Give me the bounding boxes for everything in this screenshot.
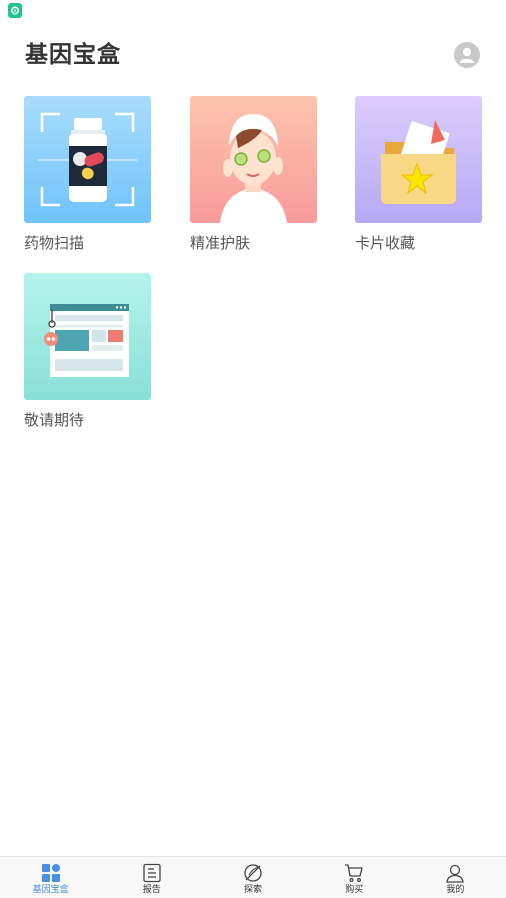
facial-mask-icon (190, 96, 317, 223)
app-notification-icon (8, 3, 22, 18)
tab-label: 基因宝盒 (32, 885, 69, 895)
tile-label: 敬请期待 (24, 411, 85, 429)
tile-label: 药物扫描 (24, 234, 85, 252)
tile-skin-care[interactable]: 精准护肤 (190, 96, 317, 253)
tab-gene-box[interactable]: 基因宝盒 (0, 857, 101, 898)
tab-label: 探索 (244, 885, 263, 895)
tile-label: 卡片收藏 (355, 234, 416, 252)
cart-icon (345, 864, 363, 883)
tab-label: 报告 (142, 885, 161, 895)
page-title: 基因宝盒 (25, 42, 121, 68)
user-avatar-icon (459, 47, 475, 63)
status-bar (0, 0, 506, 22)
tile-card-collection[interactable]: 卡片收藏 (355, 96, 482, 253)
tab-label: 购买 (345, 885, 364, 895)
tile-label: 精准护肤 (190, 234, 251, 252)
tab-label: 我的 (446, 885, 465, 895)
tab-report[interactable]: 报告 (101, 857, 202, 898)
grid-icon (41, 864, 60, 882)
tab-purchase[interactable]: 购买 (304, 857, 405, 898)
pill-bottle-scan-icon (24, 96, 151, 223)
tile-drug-scan[interactable]: 药物扫描 (24, 96, 151, 253)
star-folder-icon (355, 96, 482, 223)
bottom-tab-bar: 基因宝盒 报告 探索 购买 我的 (0, 856, 506, 898)
compass-icon (244, 864, 262, 882)
report-icon (143, 863, 161, 883)
tile-coming-soon[interactable]: 敬请期待 (24, 273, 151, 430)
browser-window-icon (24, 273, 151, 400)
person-icon (446, 864, 465, 883)
tab-mine[interactable]: 我的 (405, 857, 506, 898)
profile-button[interactable] (454, 42, 480, 68)
tab-explore[interactable]: 探索 (202, 857, 303, 898)
